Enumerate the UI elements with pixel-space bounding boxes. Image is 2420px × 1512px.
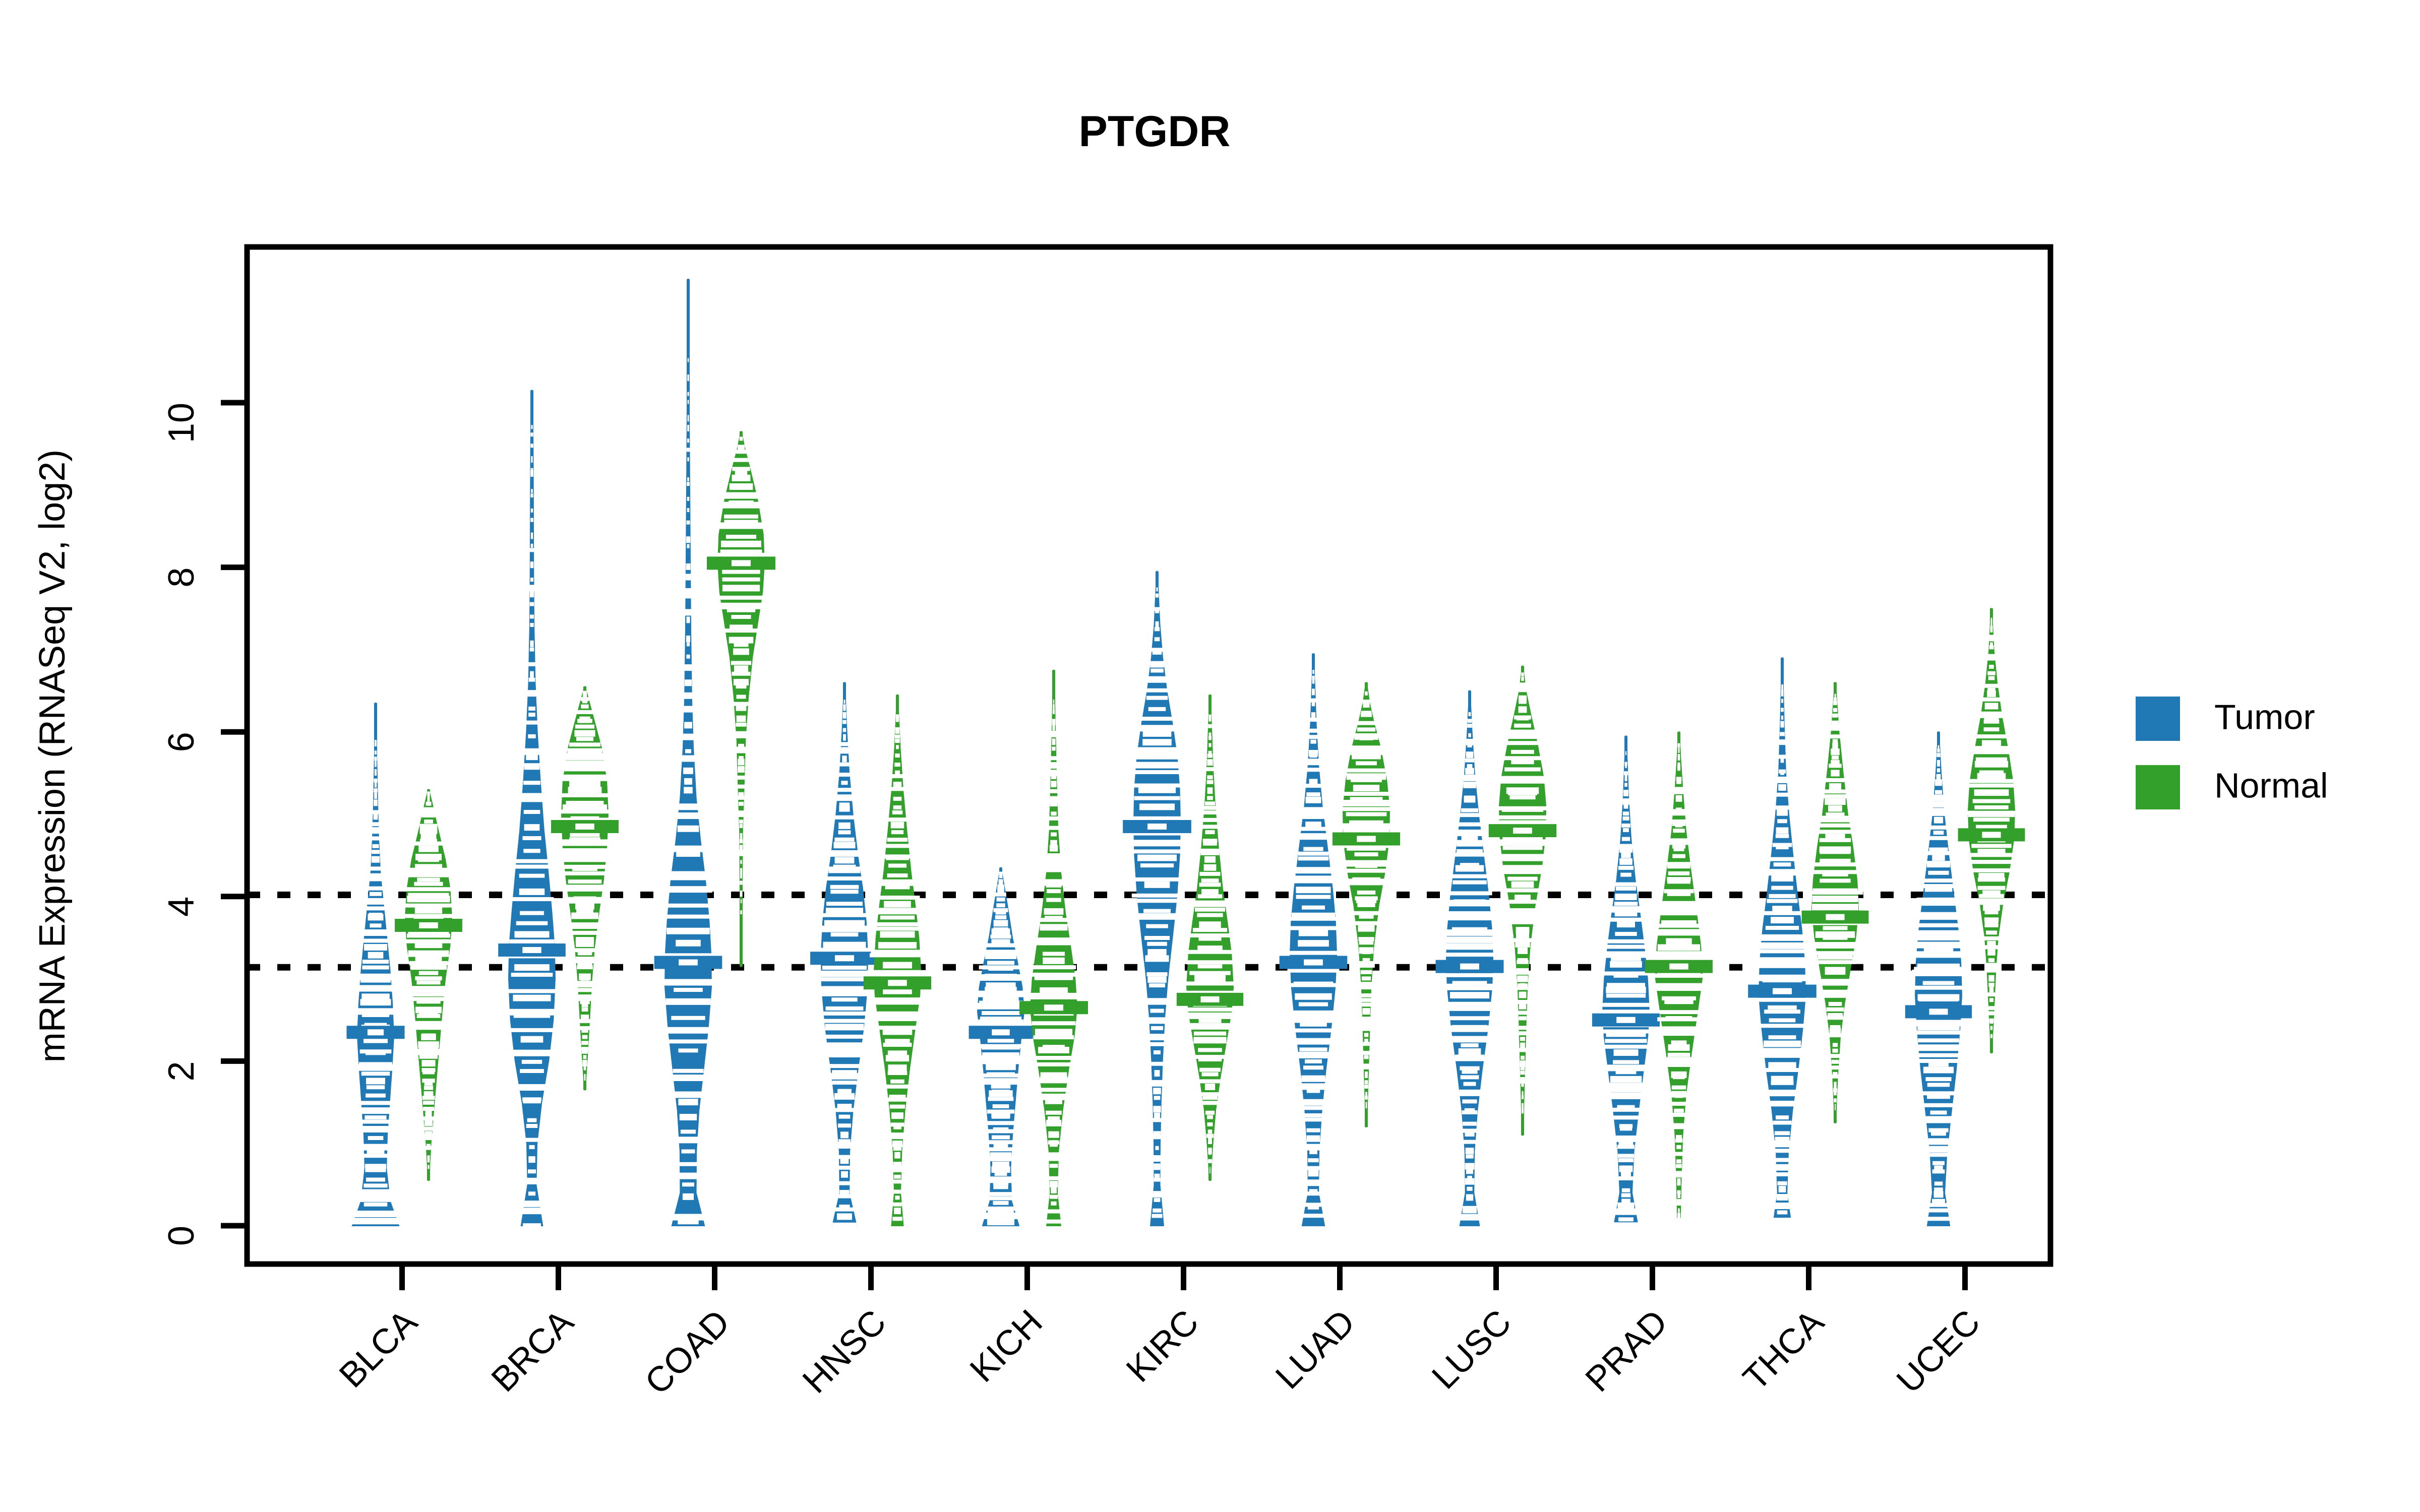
- y-tick-label: 4: [161, 897, 202, 917]
- violin-plot: PTGDR mRNA Expression (RNASeq V2, log2) …: [0, 0, 2420, 1512]
- legend-swatch-normal: [2136, 765, 2180, 809]
- legend-label-tumor: Tumor: [2214, 697, 2315, 736]
- chart-title: PTGDR: [1079, 107, 1231, 156]
- legend-swatch-tumor: [2136, 697, 2180, 741]
- y-tick-label: 8: [161, 568, 202, 588]
- y-tick-label: 2: [161, 1061, 202, 1081]
- y-tick-label: 0: [161, 1226, 202, 1246]
- y-tick-label: 6: [161, 732, 202, 752]
- chart-page: PTGDR mRNA Expression (RNASeq V2, log2) …: [0, 0, 2420, 1512]
- y-tick-label: 10: [161, 403, 202, 443]
- y-axis-label: mRNA Expression (RNASeq V2, log2): [32, 450, 73, 1062]
- legend-label-normal: Normal: [2214, 766, 2328, 805]
